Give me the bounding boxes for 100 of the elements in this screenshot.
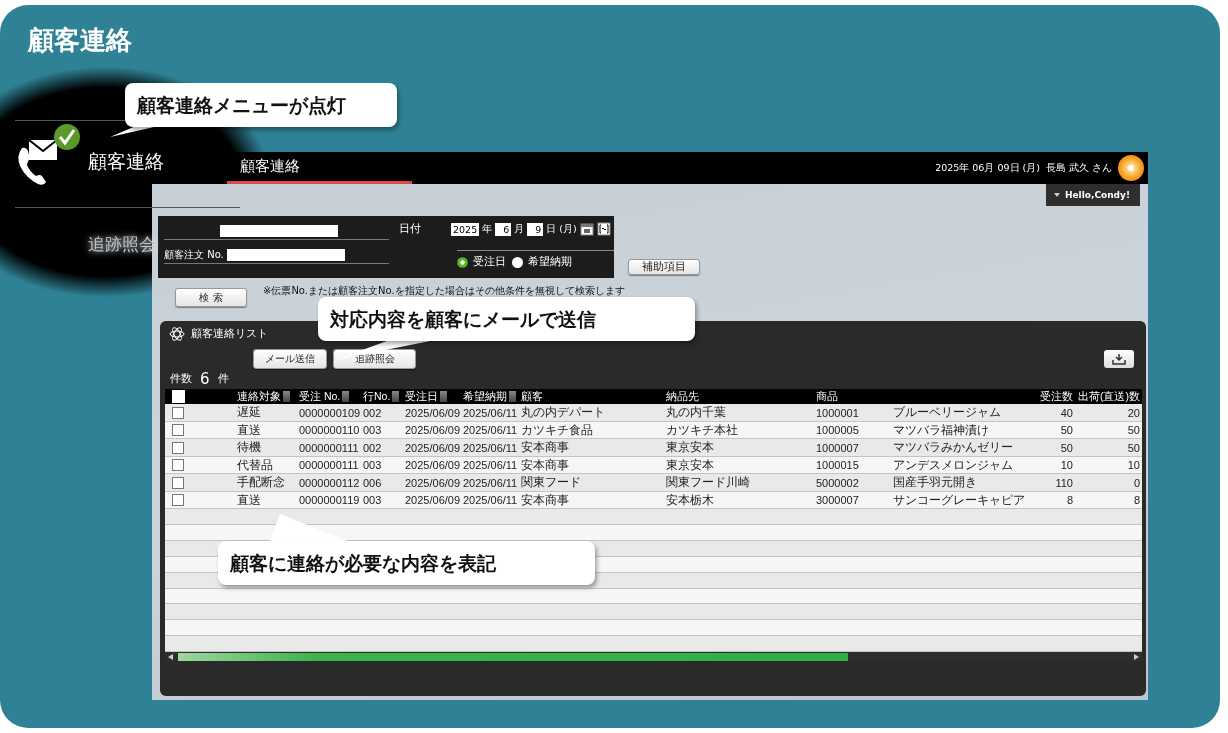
table-cell-text: 003	[363, 494, 383, 507]
table-cell-text: 待機	[237, 439, 262, 457]
column-header[interactable]: 顧客	[521, 389, 666, 404]
table-cell-text: 8	[1132, 494, 1141, 507]
row-checkbox[interactable]	[172, 424, 184, 437]
table-cell-text: 110	[1054, 476, 1074, 489]
user-name: 長島 武久 さん	[1045, 161, 1112, 175]
table-cell-text: 0000000111	[299, 459, 360, 472]
day-field[interactable]: 9	[527, 222, 544, 236]
column-header[interactable]: 出荷(直送)数	[1075, 389, 1142, 404]
unit-label: 日 (月)	[546, 222, 577, 236]
count-unit: 件	[217, 372, 229, 386]
table-cell-text: 50	[1126, 441, 1141, 454]
table-cell-text: 3000007	[816, 494, 860, 507]
table-cell-text: 10	[1059, 459, 1074, 472]
action-button[interactable]: 追跡照会	[333, 349, 416, 369]
column-header[interactable]: 受注数	[1025, 389, 1075, 404]
table-cell-text: 8	[1065, 494, 1074, 507]
menu-item[interactable]: 顧客連絡	[88, 149, 164, 175]
table-cell-text: 003	[363, 459, 383, 472]
table-cell-text: 直送	[237, 491, 262, 509]
table-cell-text: 1000005	[816, 424, 860, 437]
table-cell-text: 遅延	[237, 404, 262, 422]
aux-fields-button[interactable]: 補助項目	[628, 259, 700, 275]
table-cell-text: 0	[1132, 476, 1141, 489]
row-checkbox[interactable]	[172, 476, 184, 489]
table-cell-text: 2025/06/11	[463, 424, 519, 437]
column-header[interactable]: 連絡対象	[237, 389, 299, 404]
table-cell-text: 10	[1126, 459, 1141, 472]
table-cell-text: 1000001	[816, 406, 860, 419]
month-field[interactable]: 6	[495, 222, 512, 236]
page-title: 顧客連絡	[26, 24, 133, 57]
download-icon[interactable]	[1112, 353, 1126, 365]
row-checkbox[interactable]	[172, 406, 184, 419]
unit-label: 月	[514, 222, 525, 236]
table-cell-text: 40	[1059, 406, 1074, 419]
table-cell-text: 002	[363, 406, 383, 419]
user-menu[interactable]: Hello,Condy!	[1045, 184, 1140, 206]
input-field[interactable]	[220, 224, 338, 237]
table-cell-text: マツバラみかんゼリー	[893, 439, 1014, 457]
action-button[interactable]: メール送信	[253, 349, 327, 369]
table-cell-text: 2025/06/09	[405, 494, 462, 507]
table-cell-text: 安本商事	[521, 491, 570, 509]
table-cell-text: 直送	[237, 421, 262, 439]
table-cell-text: 0000000111	[299, 441, 360, 454]
year-field[interactable]: 2025	[451, 222, 480, 236]
table-cell-text: 0000000109	[299, 406, 362, 419]
column-header[interactable]: 受注 No.	[299, 389, 363, 404]
table-cell-text: 手配断念	[237, 474, 286, 492]
row-checkbox[interactable]	[172, 494, 184, 507]
column-header[interactable]: 受注日	[405, 389, 463, 404]
table-cell-text: 2025/06/11	[463, 494, 519, 507]
table-cell-text: 2025/06/11	[463, 476, 519, 489]
table-cell-text: 2025/06/09	[405, 441, 462, 454]
field-label: 顧客注文 No.	[164, 247, 222, 262]
count-value: 6	[200, 370, 210, 388]
table-cell-text: 2025/06/09	[405, 459, 462, 472]
table-cell-text: 代替品	[237, 456, 274, 474]
arrow-right-icon[interactable]	[1134, 653, 1139, 660]
column-header[interactable]: 行No.	[363, 389, 405, 404]
table-cell-text: 2025/06/09	[405, 424, 462, 437]
table-cell-text: 006	[363, 476, 383, 489]
table-cell-text: 国産手羽元開き	[893, 474, 978, 492]
table-cell-text: 50	[1059, 424, 1074, 437]
table-cell-text: 20	[1126, 406, 1141, 419]
table-cell-text: カツキチ本社	[666, 421, 739, 439]
download-button[interactable]	[1104, 350, 1134, 368]
search-button[interactable]: 検 索	[175, 288, 247, 307]
table-cell-text: 東京安本	[666, 439, 715, 457]
table-cell-text: 安本商事	[521, 456, 570, 474]
column-header[interactable]: 希望納期	[463, 389, 521, 404]
table-cell-text: 0000000112	[299, 476, 361, 489]
table-cell-text: 関東フード	[521, 474, 582, 492]
select-all-checkbox[interactable]	[172, 390, 185, 404]
range-icon[interactable]	[596, 222, 611, 236]
table-cell-text: ブルーベリージャム	[893, 404, 1002, 422]
table-cell-text: 2025/06/09	[405, 476, 462, 489]
table-cell-text: アンデスメロンジャム	[893, 456, 1014, 474]
sun-icon	[1118, 155, 1144, 181]
table-cell-text: 2025/06/11	[463, 406, 519, 419]
list-title: 顧客連絡リスト	[191, 327, 268, 341]
count-label: 件数	[170, 372, 192, 386]
scroll-thumb[interactable]	[178, 652, 848, 661]
arrow-left-icon[interactable]	[168, 653, 173, 660]
table-cell-text: 丸の内デパート	[521, 404, 606, 422]
check-icon	[53, 123, 81, 151]
column-header[interactable]: 納品先	[666, 389, 816, 404]
field-label: 日付	[399, 222, 421, 236]
calendar-icon[interactable]	[579, 222, 594, 236]
input-field[interactable]	[227, 248, 345, 261]
scrollbar[interactable]	[165, 652, 1142, 662]
column-header[interactable]: 商品	[816, 389, 893, 404]
row-checkbox[interactable]	[172, 441, 184, 454]
radio-option[interactable]: 受注日	[457, 255, 506, 269]
table-cell-text: マツバラ福神漬け	[893, 421, 990, 439]
search-note: ※伝票No.または顧客注文No.を指定した場合はその他条件を無視して検索します	[263, 284, 625, 298]
table-cell-text: 東京安本	[666, 456, 715, 474]
radio-option[interactable]: 希望納期	[512, 255, 572, 269]
row-checkbox[interactable]	[172, 459, 184, 472]
table-cell-text: 0000000119	[299, 494, 361, 507]
